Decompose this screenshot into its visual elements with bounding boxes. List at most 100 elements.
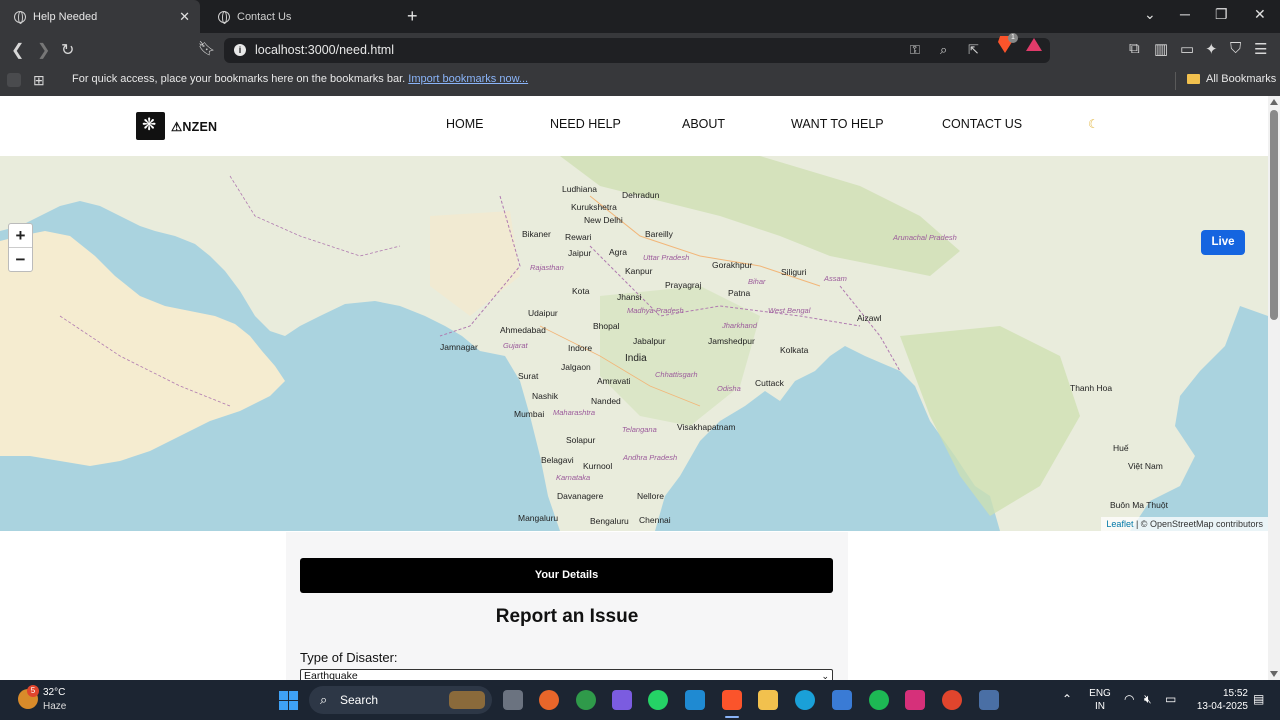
nav-home[interactable]: HOME bbox=[446, 117, 484, 131]
map-label: Madhya Pradesh bbox=[627, 306, 684, 315]
nav-about[interactable]: ABOUT bbox=[682, 117, 725, 131]
store-icon[interactable] bbox=[832, 690, 852, 710]
folder-icon[interactable] bbox=[1187, 74, 1200, 84]
close-tab-icon[interactable]: ✕ bbox=[179, 9, 190, 25]
sidebar-icon[interactable]: ▥ bbox=[1154, 40, 1168, 58]
map-label: Bihar bbox=[748, 277, 766, 286]
logo-text[interactable]: ⚠NZEN bbox=[171, 119, 217, 134]
map-label: Aizawl bbox=[857, 313, 882, 323]
taskbar-search[interactable]: ⌕ Search bbox=[309, 686, 492, 714]
language: ENG bbox=[1089, 688, 1111, 699]
bookmarks-hint-text: For quick access, place your bookmarks h… bbox=[72, 73, 406, 85]
logo-icon[interactable] bbox=[136, 112, 165, 140]
window-close-icon[interactable]: ✕ bbox=[1254, 6, 1266, 23]
web-page: ⚠NZEN HOME NEED HELP ABOUT WANT TO HELP … bbox=[0, 96, 1268, 680]
import-bookmarks-link[interactable]: Import bookmarks now... bbox=[408, 73, 528, 85]
key-icon[interactable]: ⚿ bbox=[910, 42, 920, 58]
scrollbar-thumb[interactable] bbox=[1270, 110, 1278, 320]
tab-help-needed[interactable]: Help Needed ✕ bbox=[0, 0, 200, 33]
forward-arrow-icon[interactable]: ❯ bbox=[37, 40, 50, 60]
map-label: Bengaluru bbox=[590, 516, 629, 526]
all-bookmarks-button[interactable]: All Bookmarks bbox=[1206, 73, 1276, 85]
new-tab-button[interactable]: + bbox=[407, 6, 418, 27]
whatsapp-icon[interactable] bbox=[648, 690, 668, 710]
bookmark-icon[interactable]: 🔖︎ bbox=[198, 40, 216, 57]
map-label: Thanh Hoa bbox=[1070, 383, 1113, 393]
instagram-icon[interactable] bbox=[905, 690, 925, 710]
weather-condition[interactable]: Haze bbox=[43, 701, 66, 712]
map-label: Rajasthan bbox=[530, 263, 564, 272]
app-icon[interactable] bbox=[979, 690, 999, 710]
page-scrollbar[interactable] bbox=[1268, 96, 1280, 680]
address-bar[interactable]: i localhost:3000/need.html ⚿ ⌕ ⇱ bbox=[224, 38, 1050, 63]
clock[interactable]: 15:52 13-04-2025 bbox=[1186, 687, 1248, 713]
firefox-icon[interactable] bbox=[539, 690, 559, 710]
url-text[interactable]: localhost:3000/need.html bbox=[255, 43, 394, 57]
nav-need-help[interactable]: NEED HELP bbox=[550, 117, 621, 131]
map-label: Jamshedpur bbox=[708, 336, 755, 346]
vscode-icon[interactable] bbox=[685, 690, 705, 710]
menu-icon[interactable]: ☰ bbox=[1254, 40, 1267, 58]
zoom-icon[interactable]: ⌕ bbox=[940, 42, 947, 58]
tab-contact-us[interactable]: Contact Us bbox=[204, 0, 400, 33]
map-label: Jaipur bbox=[568, 248, 592, 258]
tab-groups-icon[interactable]: ⊞ bbox=[33, 72, 45, 89]
copilot-icon[interactable] bbox=[612, 690, 632, 710]
nav-want-to-help[interactable]: WANT TO HELP bbox=[791, 117, 884, 131]
moon-icon[interactable]: ☾ bbox=[1088, 117, 1099, 131]
map-label: Nanded bbox=[591, 396, 621, 406]
minimize-icon[interactable]: ─ bbox=[1180, 6, 1190, 22]
live-button[interactable]: Live bbox=[1201, 230, 1245, 255]
extensions-icon[interactable]: ⧉ bbox=[1129, 40, 1140, 57]
brave-rewards-icon[interactable] bbox=[1026, 38, 1042, 51]
map-label: Karnataka bbox=[556, 473, 591, 482]
wallet-icon[interactable]: ▭ bbox=[1180, 40, 1194, 58]
notification-icon[interactable]: ▤ bbox=[1253, 692, 1264, 706]
site-info-icon[interactable]: i bbox=[234, 44, 246, 56]
speaker-muted-icon[interactable]: 🔇︎ bbox=[1144, 692, 1152, 707]
apps-icon[interactable] bbox=[7, 73, 21, 87]
temperature[interactable]: 32°C bbox=[43, 687, 65, 698]
map-label: Visakhapatnam bbox=[677, 422, 736, 432]
maximize-icon[interactable]: ❐ bbox=[1215, 6, 1228, 23]
leo-ai-icon[interactable]: ✦ bbox=[1205, 40, 1218, 58]
file-explorer-icon[interactable] bbox=[758, 690, 778, 710]
map-label: Davanagere bbox=[557, 491, 604, 501]
vpn-icon[interactable]: ⛉ bbox=[1230, 40, 1241, 57]
scroll-up-icon[interactable] bbox=[1270, 99, 1278, 105]
battery-icon[interactable]: ▭ bbox=[1165, 692, 1176, 706]
map-label: Nashik bbox=[532, 391, 558, 401]
tab-title: Contact Us bbox=[237, 10, 292, 23]
spotify-icon[interactable] bbox=[869, 690, 889, 710]
disaster-map[interactable]: + − Live Ludhiana Dehradun Kurukshetra N… bbox=[0, 156, 1268, 531]
brave-icon[interactable] bbox=[722, 690, 742, 710]
tab-search-chevron-icon[interactable]: ⌄ bbox=[1144, 6, 1156, 23]
active-app-indicator bbox=[725, 716, 739, 718]
zoom-out-button[interactable]: − bbox=[9, 248, 32, 272]
disaster-type-label: Type of Disaster: bbox=[300, 650, 398, 665]
edge-icon[interactable] bbox=[795, 690, 815, 710]
scroll-down-icon[interactable] bbox=[1270, 671, 1278, 677]
map-label: New Delhi bbox=[584, 215, 623, 225]
zoom-in-button[interactable]: + bbox=[9, 224, 32, 248]
weather-badge: 5 bbox=[27, 685, 39, 697]
wifi-icon[interactable]: ◠ bbox=[1124, 692, 1134, 706]
reload-icon[interactable]: ↻ bbox=[61, 40, 74, 60]
bookmarks-hint: For quick access, place your bookmarks h… bbox=[72, 73, 528, 85]
disaster-type-select[interactable]: Earthquake ⌄ bbox=[300, 669, 833, 680]
site-navbar: ⚠NZEN HOME NEED HELP ABOUT WANT TO HELP … bbox=[0, 96, 1268, 156]
language-indicator[interactable]: ENG IN bbox=[1088, 687, 1112, 713]
nav-contact-us[interactable]: CONTACT US bbox=[942, 117, 1022, 131]
shields-count-badge: 1 bbox=[1008, 33, 1018, 43]
your-details-button[interactable]: Your Details bbox=[300, 558, 833, 593]
back-arrow-icon[interactable]: ❮ bbox=[11, 40, 24, 60]
share-icon[interactable]: ⇱ bbox=[968, 42, 979, 58]
leaflet-link[interactable]: Leaflet bbox=[1106, 519, 1133, 529]
chrome-icon[interactable] bbox=[576, 690, 596, 710]
chevron-up-icon[interactable]: ⌃ bbox=[1062, 692, 1072, 706]
map-label: Bareilly bbox=[645, 229, 673, 239]
date: 13-04-2025 bbox=[1196, 701, 1248, 712]
wps-icon[interactable] bbox=[942, 690, 962, 710]
windows-start-icon[interactable] bbox=[279, 691, 298, 710]
task-view-icon[interactable] bbox=[503, 690, 523, 710]
